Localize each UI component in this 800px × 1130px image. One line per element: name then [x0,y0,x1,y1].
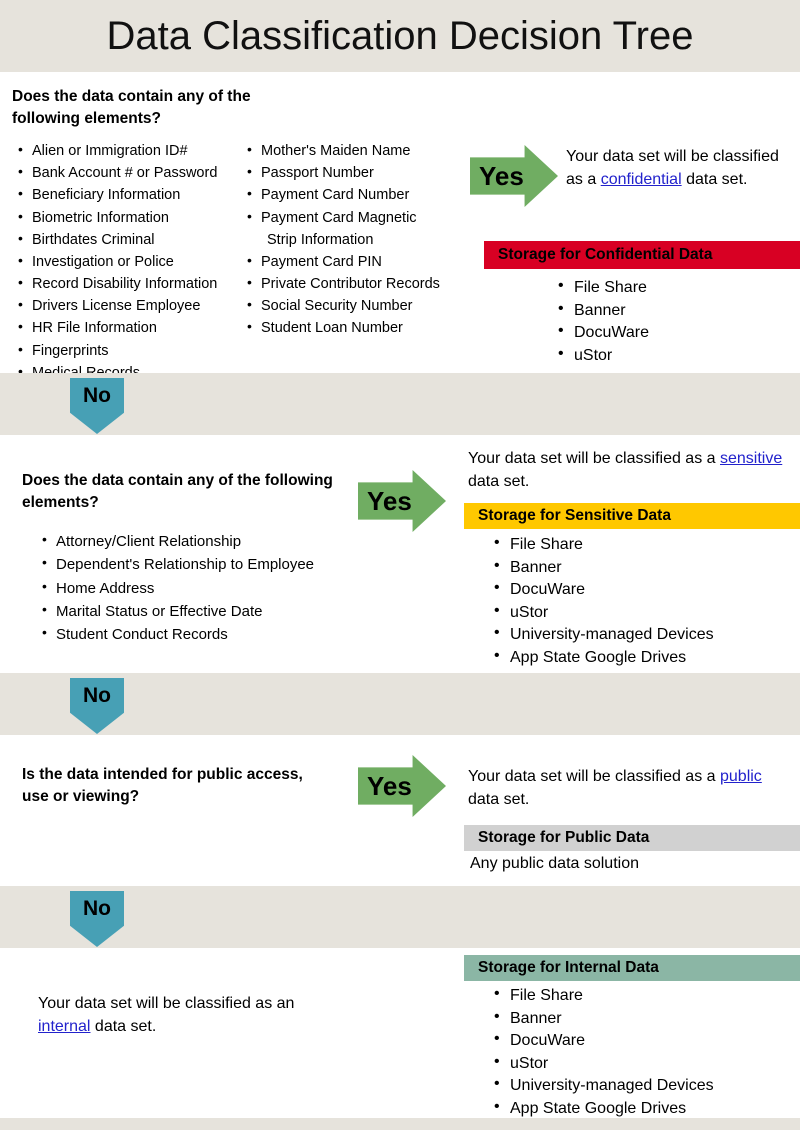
list-item: App State Google Drives [492,645,792,670]
list-item: Student Conduct Records [40,622,440,646]
list-item: DocuWare [492,1028,792,1053]
confidential-link[interactable]: confidential [601,171,682,188]
list-item: File Share [492,983,792,1008]
question-sensitive: Does the data contain any of the followi… [22,472,333,511]
list-item: Alien or Immigration ID# [16,139,256,162]
list-item: File Share [492,532,792,557]
yes-arrow-label: Yes [479,161,524,191]
list-item: Biometric Information [16,206,256,229]
list-item: Private Contributor Records [245,272,475,295]
storage-list-confidential: File Share Banner DocuWare uStor [556,275,796,368]
list-item: Attorney/Client Relationship [40,529,440,553]
list-item: Record Disability Information [16,272,256,295]
list-item: DocuWare [556,320,796,345]
list-item: Beneficiary Information [16,183,256,206]
list-item: Student Loan Number [245,316,475,339]
question-public: Is the data intended for public access, … [22,766,303,805]
list-item: Fingerprints [16,339,256,362]
list-item: App State Google Drives [492,1096,792,1121]
result-confidential: Your data set will be classified as a co… [566,145,796,191]
list-item: Birthdates Criminal [16,228,256,251]
no-arrow-label: No [83,684,111,707]
list-item: Dependent's Relationship to Employee [40,552,440,576]
confidential-elements-column-2: Mother's Maiden Name Passport Number Pay… [245,139,475,340]
yes-arrow-confidential[interactable]: Yes [470,145,558,207]
list-item: uStor [492,1051,792,1076]
storage-note-public: Any public data solution [470,855,639,872]
result-prefix: Your data set will be classified as a [468,450,720,467]
list-item: File Share [556,275,796,300]
list-item: Banner [492,1006,792,1031]
list-item: uStor [556,343,796,368]
list-item: Payment Card Number [245,183,475,206]
list-item: Payment Card Magnetic [245,206,475,229]
list-item: Mother's Maiden Name [245,139,475,162]
list-item: Bank Account # or Password [16,161,256,184]
result-prefix: Your data set will be classified as an [38,995,295,1012]
result-public: Your data set will be classified as a pu… [468,765,788,811]
list-item: Marital Status or Effective Date [40,599,440,623]
storage-banner-confidential: Storage for Confidential Data [484,241,800,269]
result-sensitive: Your data set will be classified as a se… [468,447,788,493]
result-suffix: data set. [90,1018,157,1036]
public-link[interactable]: public [720,768,762,785]
list-item: Banner [556,298,796,323]
list-item: uStor [492,600,792,625]
yes-arrow-label: Yes [367,771,412,801]
list-item: Investigation or Police [16,250,256,273]
list-item-continuation: Strip Information [267,231,374,248]
page-header: Data Classification Decision Tree [0,0,800,72]
internal-link[interactable]: internal [38,1018,90,1035]
result-suffix: data set. [681,171,748,189]
sensitive-link[interactable]: sensitive [720,450,782,467]
list-item: HR File Information [16,316,256,339]
storage-title: Storage for Public Data [478,829,650,846]
no-arrow-label: No [83,897,111,920]
divider-band-bottom [0,1118,800,1130]
result-prefix: Your data set will be classified as a [468,768,720,785]
confidential-elements-column-1: Alien or Immigration ID# Bank Account # … [16,139,256,384]
list-item: Home Address [40,575,440,600]
yes-arrow-sensitive[interactable]: Yes [358,470,446,532]
result-suffix: data set. [468,473,530,491]
storage-list-sensitive: File Share Banner DocuWare uStor Univers… [492,532,792,670]
storage-title: Storage for Confidential Data [498,246,713,263]
result-internal: Your data set will be classified as an i… [38,992,338,1038]
storage-list-internal: File Share Banner DocuWare uStor Univers… [492,983,792,1121]
storage-banner-sensitive: Storage for Sensitive Data [464,503,800,529]
yes-arrow-label: Yes [367,486,412,516]
no-arrow-label: No [83,384,111,407]
storage-title: Storage for Internal Data [478,959,659,976]
list-item: DocuWare [492,577,792,602]
list-item: University-managed Devices [492,622,792,647]
result-suffix: data set. [468,791,530,809]
list-item: University-managed Devices [492,1073,792,1098]
list-item: Social Security Number [245,294,475,317]
page-title: Data Classification Decision Tree [106,13,694,58]
question-confidential: Does the data contain any of the followi… [12,88,251,127]
yes-arrow-public[interactable]: Yes [358,755,446,817]
list-item: Banner [492,555,792,580]
storage-banner-internal: Storage for Internal Data [464,955,800,981]
list-item: Passport Number [245,161,475,184]
decision-tree-page: Data Classification Decision Tree Does t… [0,0,800,1130]
list-item: Drivers License Employee [16,294,256,317]
storage-banner-public: Storage for Public Data [464,825,800,851]
list-item: Payment Card PIN [245,250,475,273]
storage-title: Storage for Sensitive Data [478,507,671,524]
sensitive-elements-list: Attorney/Client Relationship Dependent's… [40,529,440,646]
